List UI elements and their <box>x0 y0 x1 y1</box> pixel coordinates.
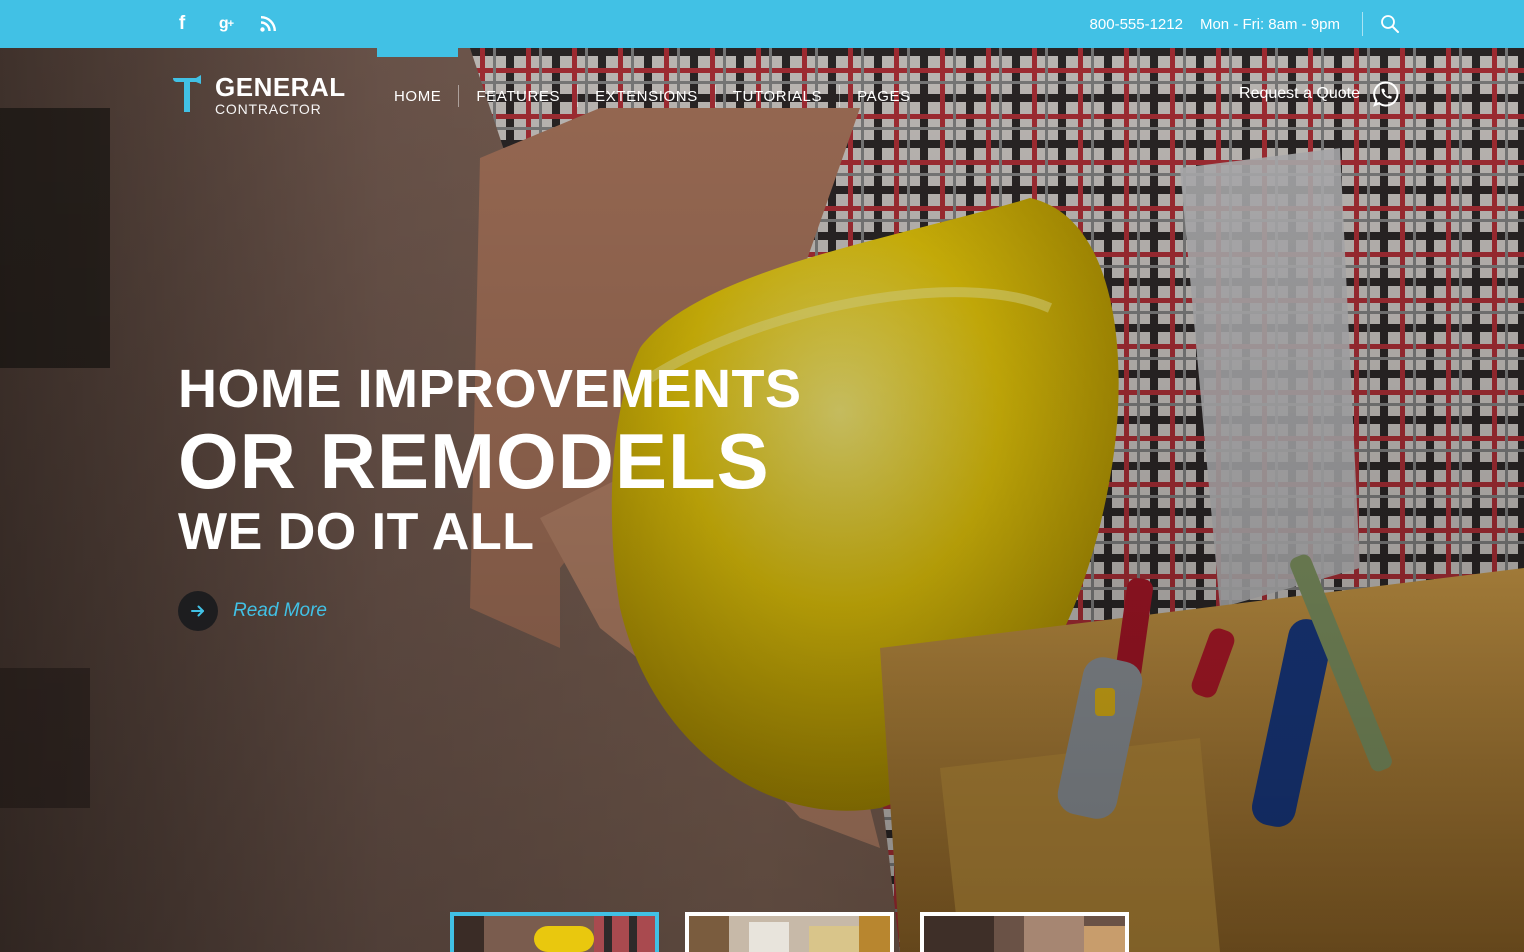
top-bar: f g + 800-555-1212 Mon - Fri: 8am - 9pm <box>0 0 1524 48</box>
arrow-right-icon <box>178 591 218 631</box>
slide-thumbnail-3[interactable] <box>920 912 1129 952</box>
slide-thumbnail-1[interactable] <box>450 912 659 952</box>
logo-text: GENERAL CONTRACTOR <box>215 74 346 117</box>
phone-number[interactable]: 800-555-1212 <box>1090 16 1183 33</box>
thumbnail-image <box>924 916 1125 952</box>
nav-features[interactable]: FEATURES <box>459 48 577 144</box>
search-icon[interactable] <box>1380 14 1400 34</box>
logo-title: GENERAL <box>215 72 346 102</box>
hammer-icon <box>173 75 201 112</box>
read-more-link[interactable]: Read More <box>178 591 327 631</box>
business-hours: Mon - Fri: 8am - 9pm <box>1199 15 1340 33</box>
hero-line-3: WE DO IT ALL <box>178 503 535 561</box>
nav-tutorials[interactable]: TUTORIALS <box>716 48 839 144</box>
whatsapp-icon <box>1373 81 1399 107</box>
google-plus-sup: + <box>227 18 235 30</box>
hero-line-1: HOME IMPROVEMENTS <box>178 359 802 419</box>
hero-line-2: OR REMODELS <box>178 417 770 505</box>
main-navigation: HOME FEATURES EXTENSIONS TUTORIALS PAGES <box>377 48 928 144</box>
slider-thumbnails <box>450 912 1129 952</box>
rss-glyph <box>260 16 276 32</box>
contact-info: 800-555-1212 Mon - Fri: 8am - 9pm <box>1090 0 1400 48</box>
facebook-icon[interactable]: f <box>172 10 192 38</box>
logo-subtitle: CONTRACTOR <box>215 101 322 117</box>
rss-icon[interactable] <box>260 10 276 38</box>
site-logo[interactable]: GENERAL CONTRACTOR <box>172 74 346 118</box>
google-plus-icon[interactable]: g + <box>214 10 238 38</box>
thumbnail-image <box>689 916 890 952</box>
thumbnail-image <box>454 916 655 952</box>
read-more-label: Read More <box>233 600 327 621</box>
slide-thumbnail-2[interactable] <box>685 912 894 952</box>
nav-extensions[interactable]: EXTENSIONS <box>578 48 715 144</box>
contact-divider <box>1362 12 1363 36</box>
request-quote-button[interactable]: Request a Quote <box>1239 78 1400 110</box>
request-quote-label: Request a Quote <box>1239 85 1360 102</box>
nav-home[interactable]: HOME <box>377 48 459 144</box>
google-plus-glyph: g <box>218 15 229 32</box>
social-links: f g + <box>172 10 276 38</box>
hero-headline: HOME IMPROVEMENTS OR REMODELS WE DO IT A… <box>178 358 802 562</box>
nav-pages[interactable]: PAGES <box>840 48 928 144</box>
